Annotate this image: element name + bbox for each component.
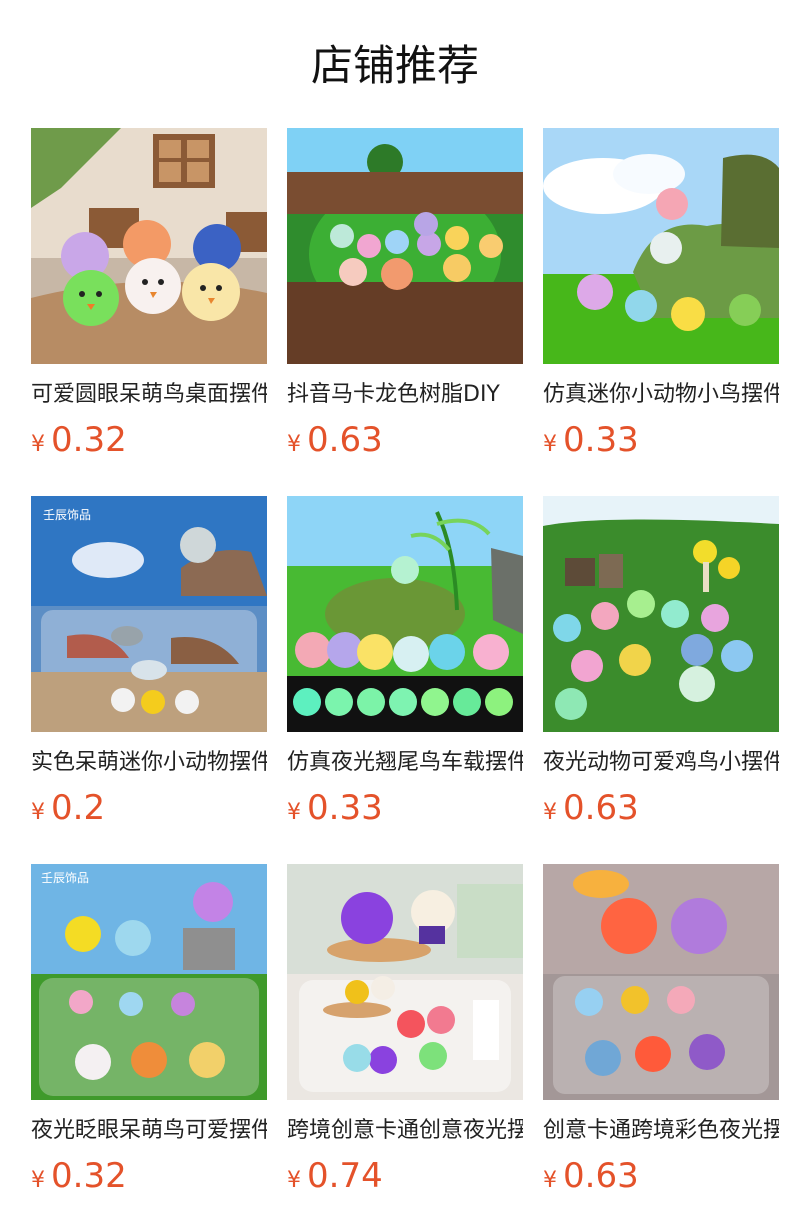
page-title: 店铺推荐 [310, 41, 479, 90]
product-price: ¥0.32 [31, 419, 267, 461]
product-title[interactable]: 创意卡通跨境彩色夜光摆件 [543, 1115, 779, 1147]
product-image[interactable] [287, 128, 523, 364]
product-image[interactable]: 壬辰饰品 [31, 864, 267, 1100]
product-title[interactable]: 实色呆萌迷你小动物摆件 [31, 747, 267, 779]
product-title[interactable]: 夜光动物可爱鸡鸟小摆件 [543, 747, 779, 779]
price-amount: 0.63 [563, 788, 639, 828]
currency-symbol: ¥ [31, 800, 45, 825]
product-image[interactable] [287, 864, 523, 1100]
product-price: ¥0.2 [31, 787, 267, 829]
product-card[interactable]: 抖音马卡龙色树脂DIY ¥0.63 [287, 128, 523, 496]
price-amount: 0.32 [51, 420, 127, 460]
product-title[interactable]: 抖音马卡龙色树脂DIY [287, 379, 523, 411]
price-amount: 0.74 [307, 1156, 383, 1196]
currency-symbol: ¥ [543, 800, 557, 825]
price-amount: 0.63 [307, 420, 383, 460]
product-card[interactable]: 夜光动物可爱鸡鸟小摆件 ¥0.63 [543, 496, 779, 864]
product-title[interactable]: 可爱圆眼呆萌鸟桌面摆件 [31, 379, 267, 411]
price-amount: 0.33 [307, 788, 383, 828]
price-amount: 0.33 [563, 420, 639, 460]
watermark-text: 壬辰饰品 [43, 508, 91, 522]
currency-symbol: ¥ [287, 1168, 301, 1193]
product-price: ¥0.33 [287, 787, 523, 829]
product-card[interactable]: 可爱圆眼呆萌鸟桌面摆件 ¥0.32 [31, 128, 267, 496]
currency-symbol: ¥ [31, 432, 45, 457]
price-amount: 0.2 [51, 788, 106, 828]
product-grid: 可爱圆眼呆萌鸟桌面摆件 ¥0.32 抖音马卡龙色树脂DIY ¥ 0.63 仿真迷… [31, 128, 779, 1232]
product-price: ¥0.32 [31, 1155, 267, 1197]
product-price: ¥0.63 [543, 787, 779, 829]
currency-symbol: ¥ [543, 432, 557, 457]
watermark-text: 壬辰饰品 [41, 871, 89, 885]
currency-symbol: ¥ [287, 432, 301, 457]
product-image[interactable] [543, 128, 779, 364]
product-title[interactable]: 仿真夜光翘尾鸟车载摆件 [287, 747, 523, 779]
product-image[interactable]: 壬辰饰品 [31, 496, 267, 732]
product-price: ¥0.33 [543, 419, 779, 461]
product-image[interactable] [543, 496, 779, 732]
product-price: ¥0.63 [543, 1155, 779, 1197]
product-image[interactable] [287, 496, 523, 732]
currency-symbol: ¥ [31, 1168, 45, 1193]
product-card[interactable]: 壬辰饰品 实色呆萌迷你小动物摆件 ¥0.2 [31, 496, 267, 864]
product-price: ¥0.74 [287, 1155, 523, 1197]
product-image[interactable] [543, 864, 779, 1100]
price-amount: 0.63 [563, 1156, 639, 1196]
product-title[interactable]: 仿真迷你小动物小鸟摆件 [543, 379, 779, 411]
product-card[interactable]: 仿真迷你小动物小鸟摆件 ¥0.33 [543, 128, 779, 496]
product-price: ¥0.63 [287, 419, 523, 461]
currency-symbol: ¥ [543, 1168, 557, 1193]
product-image[interactable] [31, 128, 267, 364]
price-amount: 0.32 [51, 1156, 127, 1196]
product-card[interactable]: 仿真夜光翘尾鸟车载摆件 ¥0.33 [287, 496, 523, 864]
currency-symbol: ¥ [287, 800, 301, 825]
product-card[interactable]: 创意卡通跨境彩色夜光摆件 ¥0.63 [543, 864, 779, 1232]
product-title[interactable]: 夜光眨眼呆萌鸟可爱摆件 [31, 1115, 267, 1147]
product-card[interactable]: 壬辰饰品 夜光眨眼呆萌鸟可爱摆件 ¥0.32 [31, 864, 267, 1232]
product-title[interactable]: 跨境创意卡通创意夜光摆件 [287, 1115, 523, 1147]
product-card[interactable]: 跨境创意卡通创意夜光摆件 ¥0.74 [287, 864, 523, 1232]
